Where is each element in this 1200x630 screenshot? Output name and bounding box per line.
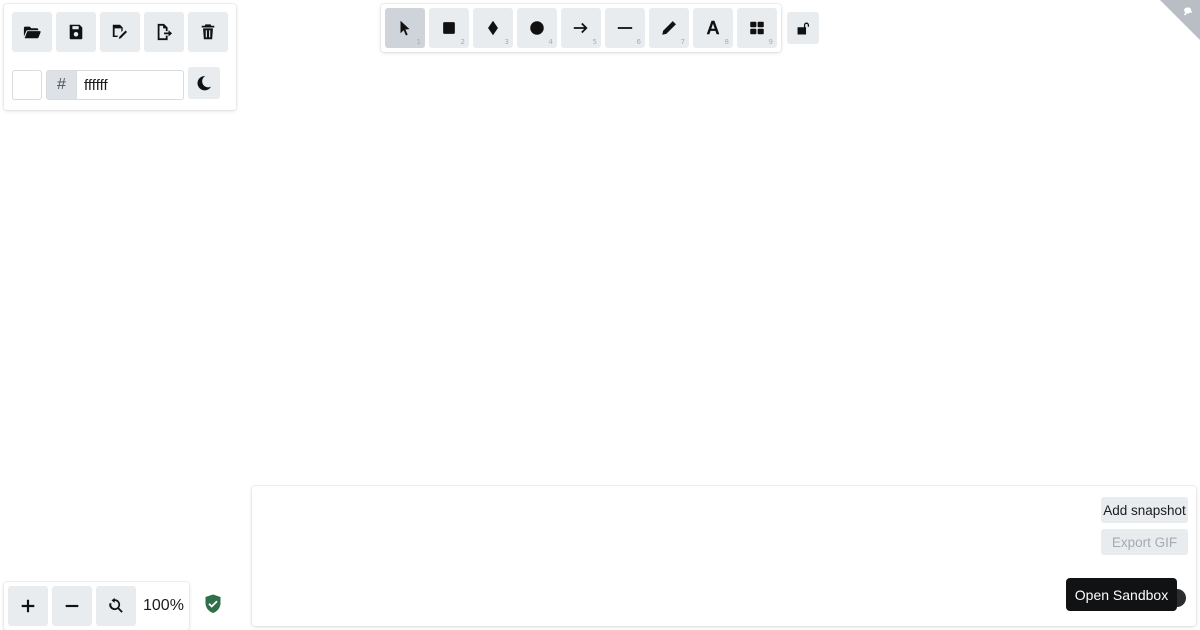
folder-open-icon bbox=[23, 26, 41, 39]
github-corner-icon[interactable] bbox=[1160, 0, 1200, 40]
save-button[interactable] bbox=[56, 12, 96, 52]
save-as-icon bbox=[112, 24, 128, 39]
zoom-out-button[interactable] bbox=[52, 586, 92, 626]
tool-toolbar: 1 2 3 4 5 6 7 8 9 bbox=[381, 4, 781, 52]
arrow-right-icon bbox=[573, 22, 588, 34]
shortcut-key: 1 bbox=[416, 38, 421, 46]
diamond-icon bbox=[488, 20, 498, 36]
export-button[interactable] bbox=[144, 12, 184, 52]
tool-diamond[interactable]: 3 bbox=[473, 8, 513, 48]
pencil-icon bbox=[662, 21, 676, 35]
zoom-reset-icon bbox=[109, 597, 123, 613]
tool-ellipse[interactable]: 4 bbox=[517, 8, 557, 48]
grid-icon bbox=[750, 21, 764, 35]
save-as-button[interactable] bbox=[100, 12, 140, 52]
tool-draw[interactable]: 7 bbox=[649, 8, 689, 48]
shortcut-key: 5 bbox=[592, 38, 597, 46]
shortcut-key: 7 bbox=[680, 38, 685, 46]
theme-toggle-button[interactable] bbox=[188, 67, 220, 99]
export-gif-button[interactable]: Export GIF bbox=[1101, 529, 1188, 555]
shortcut-key: 3 bbox=[504, 38, 509, 46]
line-icon bbox=[617, 27, 633, 29]
shortcut-key: 8 bbox=[724, 38, 729, 46]
moon-icon bbox=[197, 75, 212, 91]
tool-line[interactable]: 6 bbox=[605, 8, 645, 48]
circle-icon bbox=[530, 21, 544, 35]
trash-icon bbox=[201, 24, 215, 40]
clear-canvas-button[interactable] bbox=[188, 12, 228, 52]
tool-arrow[interactable]: 5 bbox=[561, 8, 601, 48]
background-color-input[interactable] bbox=[76, 70, 184, 100]
open-sandbox-button[interactable]: Open Sandbox bbox=[1066, 578, 1177, 611]
tool-select[interactable]: 1 bbox=[385, 8, 425, 48]
export-icon bbox=[157, 23, 173, 41]
background-color-swatch[interactable] bbox=[12, 70, 42, 100]
zoom-reset-button[interactable] bbox=[96, 586, 136, 626]
tool-library[interactable]: 9 bbox=[737, 8, 777, 48]
plus-icon bbox=[21, 599, 35, 613]
shortcut-key: 2 bbox=[460, 38, 465, 46]
add-snapshot-button[interactable]: Add snapshot bbox=[1101, 497, 1188, 523]
square-icon bbox=[443, 22, 455, 34]
zoom-in-button[interactable] bbox=[8, 586, 48, 626]
shortcut-key: 6 bbox=[636, 38, 641, 46]
snapshot-panel: Add snapshot Export GIF bbox=[252, 486, 1196, 626]
shield-check-icon bbox=[205, 594, 221, 613]
tool-text[interactable]: 8 bbox=[693, 8, 733, 48]
letter-a-icon bbox=[706, 20, 720, 35]
actions-panel: # bbox=[4, 4, 236, 110]
cursor-arrow-icon bbox=[400, 20, 410, 36]
open-file-button[interactable] bbox=[12, 12, 52, 52]
minus-icon bbox=[65, 604, 79, 608]
unlock-icon bbox=[797, 22, 809, 34]
shortcut-key: 4 bbox=[548, 38, 553, 46]
shortcut-key: 9 bbox=[768, 38, 773, 46]
tool-rectangle[interactable]: 2 bbox=[429, 8, 469, 48]
hex-prefix: # bbox=[46, 70, 77, 100]
zoom-level-label: 100% bbox=[143, 597, 184, 614]
save-icon bbox=[69, 24, 83, 40]
zoom-panel: 100% bbox=[4, 582, 189, 630]
lock-tool-button[interactable] bbox=[787, 12, 819, 44]
